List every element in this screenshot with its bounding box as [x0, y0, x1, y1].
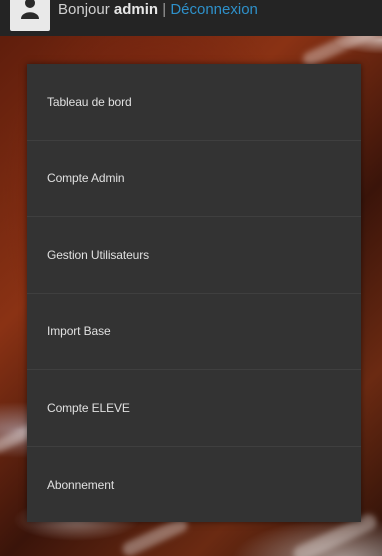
- menu-item-tableau-de-bord[interactable]: Tableau de bord: [27, 64, 361, 141]
- menu-item-gestion-utilisateurs[interactable]: Gestion Utilisateurs: [27, 217, 361, 294]
- logout-link[interactable]: Déconnexion: [170, 1, 258, 18]
- menu-item-compte-eleve[interactable]: Compte ELEVE: [27, 370, 361, 447]
- separator: |: [162, 0, 167, 18]
- greeting-text: Bonjour admin | Déconnexion: [58, 1, 258, 18]
- menu-item-abonnement[interactable]: Abonnement: [27, 447, 361, 524]
- dropdown-menu: Tableau de bord Compte Admin Gestion Uti…: [27, 64, 361, 522]
- user-avatar[interactable]: [10, 0, 50, 31]
- greeting-word: Bonjour: [58, 0, 110, 18]
- menu-item-import-base[interactable]: Import Base: [27, 294, 361, 370]
- user-icon: [21, 0, 39, 19]
- menu-item-compte-admin[interactable]: Compte Admin: [27, 141, 361, 217]
- top-bar: Bonjour admin | Déconnexion: [0, 0, 382, 36]
- username: admin: [113, 0, 159, 18]
